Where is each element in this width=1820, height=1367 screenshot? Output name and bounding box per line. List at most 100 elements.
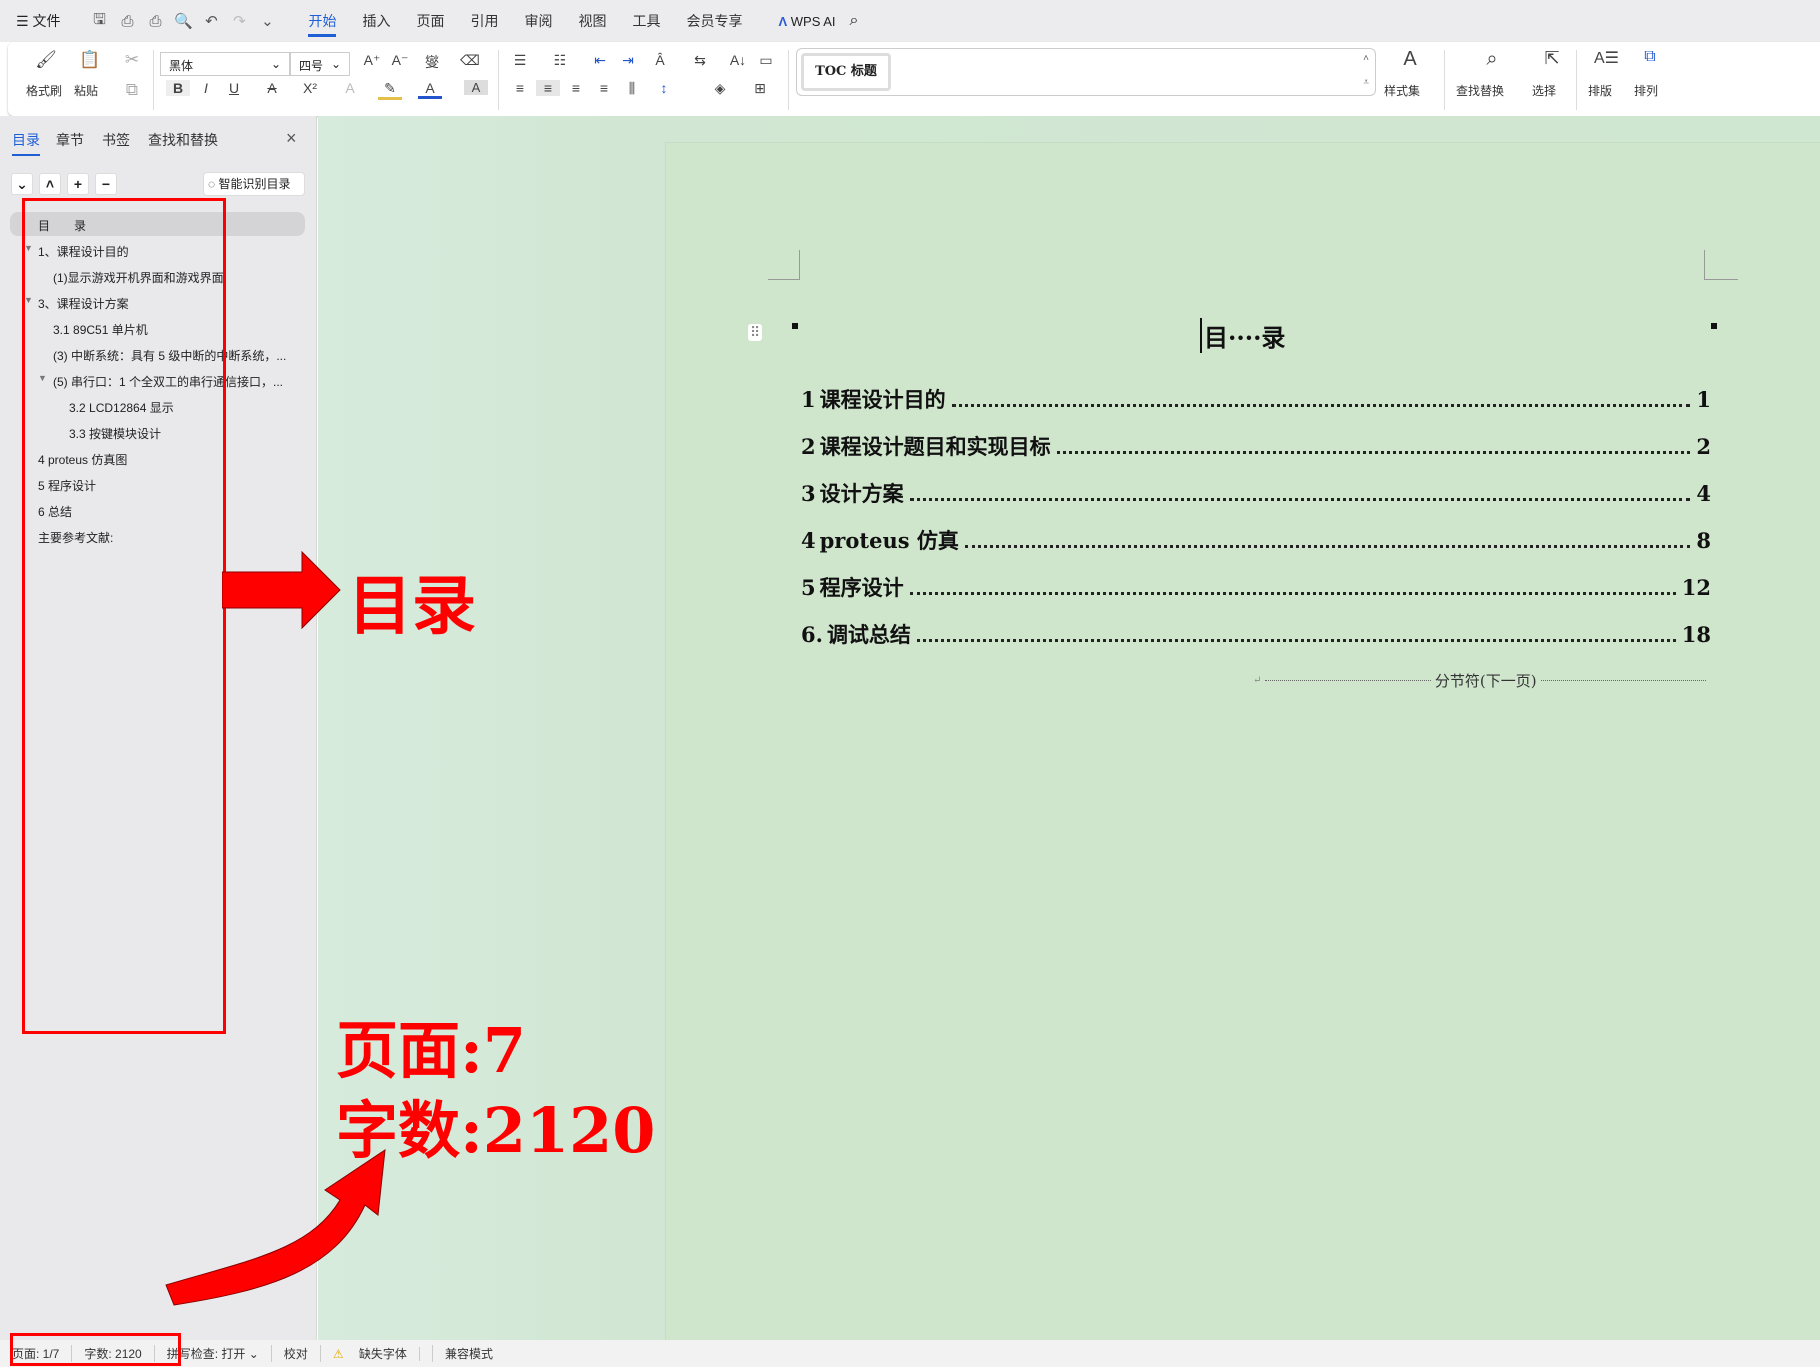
- paste-button[interactable]: 粘贴: [74, 82, 98, 99]
- export-icon[interactable]: ⎙: [116, 13, 138, 30]
- expand-icon[interactable]: ⩡: [1363, 77, 1369, 88]
- save-icon[interactable]: 🖫: [88, 9, 110, 34]
- tab-member[interactable]: 会员专享: [686, 11, 742, 31]
- copy-icon[interactable]: ⧉: [120, 80, 144, 100]
- convert-icon[interactable]: ⇆: [688, 52, 712, 69]
- font-size-select[interactable]: 四号 ⌄: [290, 52, 350, 76]
- style-set-icon[interactable]: A: [1398, 48, 1422, 71]
- missing-font-label: 缺失字体: [346, 1347, 420, 1361]
- strikethrough-icon[interactable]: A: [260, 80, 284, 96]
- tab-bookmarks[interactable]: 书签: [102, 130, 130, 150]
- toc-entry-page: 12: [1681, 575, 1711, 600]
- section-break-line: [1540, 680, 1707, 681]
- scroll-up-icon[interactable]: ˄: [1363, 53, 1369, 64]
- tab-page[interactable]: 页面: [416, 11, 444, 31]
- show-marks-icon[interactable]: ▭: [754, 52, 778, 69]
- shrink-font-icon[interactable]: A⁻: [388, 52, 412, 69]
- tab-view[interactable]: 视图: [578, 11, 606, 31]
- find-replace-button[interactable]: 查找替换: [1456, 82, 1504, 99]
- sort-icon[interactable]: A↓: [726, 52, 750, 68]
- proofread-button[interactable]: 校对: [272, 1345, 321, 1362]
- clear-format-icon[interactable]: ⌫: [458, 52, 482, 69]
- align-left-icon[interactable]: ≡: [508, 80, 532, 96]
- toc-entry[interactable]: 1 课程设计目的 1: [801, 384, 1711, 414]
- toc-leader: [916, 639, 1676, 642]
- find-icon[interactable]: ⌕: [1480, 48, 1504, 71]
- italic-button[interactable]: I: [194, 80, 218, 96]
- style-toc-heading[interactable]: TOC 标题: [801, 53, 891, 91]
- superscript-icon[interactable]: X²: [298, 80, 322, 96]
- tab-find-replace[interactable]: 查找和替换: [148, 130, 218, 150]
- text-direction-icon[interactable]: Â: [648, 52, 672, 68]
- line-spacing-icon[interactable]: ↕: [652, 80, 676, 96]
- style-gallery[interactable]: TOC 标题 ˄ ⩡: [796, 48, 1376, 96]
- font-family-select[interactable]: 黑体 ⌄: [160, 52, 290, 76]
- align-right-icon[interactable]: ≡: [564, 80, 588, 96]
- format-painter-button[interactable]: 格式刷: [26, 82, 62, 99]
- increase-indent-icon[interactable]: ⇥: [616, 52, 640, 69]
- add-heading-button[interactable]: +: [67, 173, 89, 195]
- toc-entry-title: 课程设计题目和实现目标: [819, 434, 1051, 459]
- text-effect-icon[interactable]: A: [338, 80, 362, 96]
- toc-entry[interactable]: 2 课程设计题目和实现目标 2: [801, 431, 1711, 461]
- margin-corner-mark: [1704, 250, 1738, 280]
- arrange-button[interactable]: 排列: [1634, 82, 1658, 99]
- char-shading-icon[interactable]: A: [464, 80, 488, 95]
- layout-button[interactable]: 排版: [1588, 82, 1612, 99]
- toc-entry[interactable]: 4 proteus 仿真 8: [801, 525, 1711, 555]
- decrease-indent-icon[interactable]: ⇤: [588, 52, 612, 69]
- phonetic-icon[interactable]: 燮: [420, 52, 444, 72]
- remove-heading-button[interactable]: −: [95, 173, 117, 195]
- undo-icon[interactable]: ↶: [200, 12, 222, 30]
- close-icon[interactable]: ×: [286, 128, 297, 149]
- numbered-list-icon[interactable]: ☷: [548, 52, 572, 69]
- layout-icon[interactable]: A☰: [1594, 48, 1619, 68]
- collapse-up-button[interactable]: ˄: [39, 173, 61, 195]
- cut-icon[interactable]: ✂: [120, 50, 144, 70]
- status-bar: 页面: 1/7 字数: 2120 拼写检查: 打开 ⌄ 校对 ⚠ 缺失字体 兼容…: [0, 1340, 1820, 1367]
- align-center-icon[interactable]: ≡: [536, 80, 560, 96]
- font-color-icon[interactable]: A: [418, 80, 442, 99]
- arrange-icon[interactable]: ⧉: [1638, 48, 1662, 66]
- tab-chapters[interactable]: 章节: [56, 130, 84, 150]
- smart-toc-button[interactable]: ◌ 智能识别目录: [203, 172, 305, 196]
- highlight-icon[interactable]: ✎: [378, 80, 402, 100]
- smart-toc-label: 智能识别目录: [218, 177, 291, 191]
- print-preview-icon[interactable]: 🔍: [172, 12, 194, 30]
- drag-handle-icon[interactable]: ⠿: [748, 324, 763, 341]
- tab-tools[interactable]: 工具: [632, 11, 660, 31]
- toc-entry[interactable]: 6. 调试总结 18: [801, 619, 1711, 649]
- underline-button[interactable]: U: [222, 80, 246, 96]
- wps-ai-logo-icon: Λ: [778, 13, 788, 29]
- print-icon[interactable]: ⎙: [144, 13, 166, 30]
- select-cursor-icon[interactable]: ⇱: [1540, 48, 1564, 69]
- expand-down-button[interactable]: ⌄: [11, 173, 33, 195]
- more-chevron-icon[interactable]: ⌄: [256, 12, 278, 30]
- file-menu[interactable]: ☰ 文件: [16, 11, 60, 31]
- toc-entry[interactable]: 5 程序设计 12: [801, 572, 1711, 602]
- wps-ai-button[interactable]: Λ WPS AI: [778, 14, 835, 29]
- toc-entry-number: 4: [801, 528, 816, 553]
- tab-insert[interactable]: 插入: [362, 11, 390, 31]
- distribute-icon[interactable]: ⫼: [620, 80, 644, 97]
- shading-icon[interactable]: ◈: [708, 80, 732, 97]
- border-icon[interactable]: ⊞: [748, 80, 772, 97]
- bullet-list-icon[interactable]: ☰: [508, 52, 532, 69]
- redo-icon[interactable]: ↷: [228, 12, 250, 30]
- tab-toc[interactable]: 目录: [12, 130, 40, 156]
- tab-review[interactable]: 审阅: [524, 11, 552, 31]
- missing-font-button[interactable]: ⚠ 缺失字体: [321, 1345, 433, 1362]
- bold-button[interactable]: B: [166, 80, 190, 96]
- toc-entry-page: 1: [1696, 387, 1711, 412]
- tab-start[interactable]: 开始: [308, 5, 337, 37]
- format-painter-icon[interactable]: 🖌: [34, 50, 58, 70]
- select-button[interactable]: 选择: [1532, 82, 1556, 99]
- paste-icon[interactable]: 📋: [78, 50, 102, 70]
- search-icon[interactable]: ⌕: [850, 12, 859, 30]
- grow-font-icon[interactable]: A⁺: [360, 52, 384, 69]
- style-set-button[interactable]: 样式集: [1384, 82, 1420, 99]
- compat-mode: 兼容模式: [444, 1347, 493, 1361]
- justify-icon[interactable]: ≡: [592, 80, 616, 96]
- toc-entry[interactable]: 3 设计方案 4: [801, 478, 1711, 508]
- tab-reference[interactable]: 引用: [470, 11, 498, 31]
